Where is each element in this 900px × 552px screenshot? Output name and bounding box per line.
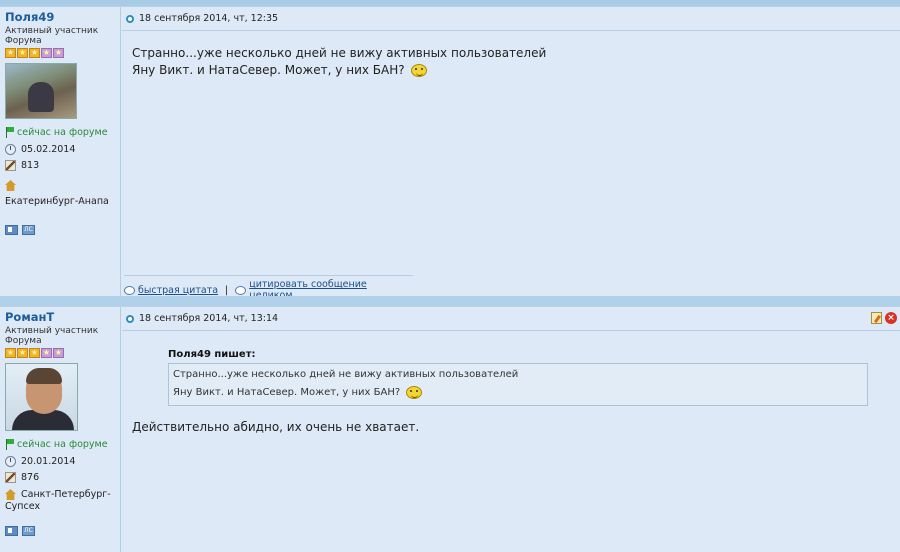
post-body: 18 сентября 2014, чт, 12:35 Странно...уж… — [122, 7, 900, 301]
author-profile: РоманТ Активный участник Форума ★ ★ ★ ★ … — [0, 307, 121, 552]
post-count: 813 — [5, 160, 120, 171]
star-icon: ★ — [41, 48, 52, 58]
post-separator — [0, 296, 900, 306]
registration-date: 20.01.2014 — [5, 456, 120, 467]
quote-line: Странно...уже несколько дней не вижу акт… — [173, 369, 519, 380]
flag-icon — [5, 439, 15, 450]
pencil-icon — [5, 160, 16, 171]
post-marker-icon[interactable] — [126, 314, 134, 323]
star-icon: ★ — [29, 48, 40, 58]
online-label: сейчас на форуме — [17, 127, 108, 138]
star-icon: ★ — [17, 348, 28, 358]
profile-buttons: ЛС — [5, 526, 120, 536]
smiley-icon — [410, 64, 427, 77]
reg-date-value: 20.01.2014 — [21, 456, 76, 467]
avatar[interactable] — [5, 63, 77, 119]
home-icon — [5, 489, 16, 500]
edit-icon[interactable] — [871, 312, 882, 324]
reg-date-value: 05.02.2014 — [21, 144, 76, 155]
clock-icon — [5, 144, 16, 155]
quote-author: Поля49 пишет: — [168, 349, 256, 360]
post-timestamp: 18 сентября 2014, чт, 13:14 — [139, 313, 279, 324]
author-profile: Поля49 Активный участник Форума ★ ★ ★ ★ … — [0, 7, 121, 296]
post-timestamp: 18 сентября 2014, чт, 12:35 — [139, 13, 279, 24]
post-count-value: 813 — [21, 160, 40, 171]
online-status: сейчас на форуме — [5, 127, 120, 138]
post-count: 876 — [5, 472, 120, 483]
quoted-message: Поля49 пишет: Странно...уже несколько дн… — [168, 349, 868, 406]
post-marker-icon[interactable] — [126, 14, 134, 23]
post-message: Странно...уже несколько дней не вижу акт… — [132, 45, 546, 79]
star-icon: ★ — [17, 48, 28, 58]
star-icon: ★ — [5, 48, 16, 58]
rank-stars: ★ ★ ★ ★ ★ — [5, 348, 120, 358]
star-icon: ★ — [29, 348, 40, 358]
post-tools: × — [871, 312, 897, 324]
rank-stars: ★ ★ ★ ★ ★ — [5, 48, 120, 58]
smiley-icon — [406, 385, 423, 399]
online-status: сейчас на форуме — [5, 439, 120, 450]
message-line-2: Яну Викт. и НатаСевер. Может, у них БАН? — [132, 62, 546, 79]
location: Екатеринбург-Анапа — [5, 176, 120, 207]
quick-quote-link[interactable]: быстрая цитата — [124, 285, 218, 296]
post-message: Действительно абидно, их очень не хватае… — [132, 420, 420, 434]
pm-icon[interactable]: ЛС — [22, 225, 35, 235]
online-label: сейчас на форуме — [17, 439, 108, 450]
location: Санкт-Петербург- — [5, 489, 120, 500]
post-body: 18 сентября 2014, чт, 13:14 × Поля49 пиш… — [122, 307, 900, 552]
post-header: 18 сентября 2014, чт, 12:35 — [122, 7, 900, 31]
star-icon: ★ — [53, 348, 64, 358]
delete-icon[interactable]: × — [885, 312, 897, 324]
quick-quote-label: быстрая цитата — [138, 284, 219, 296]
clock-icon — [5, 456, 16, 467]
author-rank: Активный участник Форума — [5, 26, 99, 46]
pm-icon[interactable]: ЛС — [22, 526, 35, 536]
star-icon: ★ — [53, 48, 64, 58]
quote-line: Яну Викт. и НатаСевер. Может, у них БАН? — [173, 387, 401, 398]
message-line: Яну Викт. и НатаСевер. Может, у них БАН? — [132, 63, 405, 77]
profile-icon[interactable] — [5, 225, 18, 235]
author-name[interactable]: Поля49 — [5, 11, 120, 24]
star-icon: ★ — [41, 348, 52, 358]
quote-icon — [235, 285, 247, 295]
registration-date: 05.02.2014 — [5, 144, 120, 155]
author-rank: Активный участник Форума — [5, 326, 99, 346]
profile-icon[interactable] — [5, 526, 18, 536]
quote-line-2: Яну Викт. и НатаСевер. Может, у них БАН? — [173, 384, 863, 402]
location-value-2: Супсех — [5, 501, 41, 512]
post-count-value: 876 — [21, 472, 40, 483]
profile-buttons: ЛС — [5, 225, 120, 235]
star-icon: ★ — [5, 348, 16, 358]
quote-box: Странно...уже несколько дней не вижу акт… — [168, 363, 868, 406]
avatar[interactable] — [5, 363, 78, 431]
forum-post-2: РоманТ Активный участник Форума ★ ★ ★ ★ … — [0, 306, 900, 552]
pencil-icon — [5, 472, 16, 483]
forum-post-1: Поля49 Активный участник Форума ★ ★ ★ ★ … — [0, 6, 900, 301]
divider: | — [225, 284, 229, 296]
post-header: 18 сентября 2014, чт, 13:14 — [122, 307, 900, 331]
home-icon — [5, 180, 16, 191]
speech-bubble-icon — [124, 285, 135, 295]
location-value: Екатеринбург-Анапа — [5, 196, 109, 207]
flag-icon — [5, 127, 15, 138]
author-name[interactable]: РоманТ — [5, 311, 120, 324]
message-line: Странно...уже несколько дней не вижу акт… — [132, 46, 547, 60]
location-value: Санкт-Петербург- — [21, 489, 111, 500]
